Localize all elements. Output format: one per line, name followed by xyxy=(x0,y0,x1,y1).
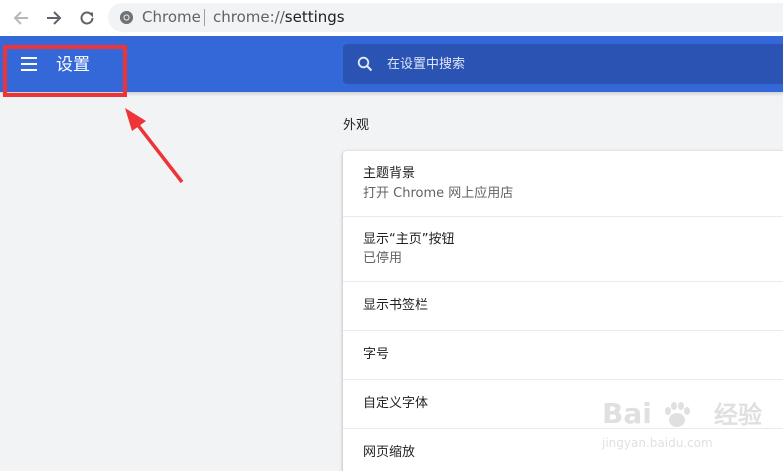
address-bar[interactable]: Chrome chrome://settings xyxy=(108,3,783,32)
page-title: 设置 xyxy=(56,55,90,75)
search-icon xyxy=(357,56,373,72)
row-title: 显示书签栏 xyxy=(363,298,429,313)
reload-button[interactable] xyxy=(75,6,99,30)
chrome-logo-icon xyxy=(119,10,134,25)
annotation-arrow-icon xyxy=(125,108,184,184)
settings-search[interactable] xyxy=(343,44,783,84)
url-scheme: chrome:// xyxy=(213,8,285,26)
section-title-appearance: 外观 xyxy=(343,118,370,133)
row-home-button[interactable]: 显示“主页”按钮 已停用 xyxy=(343,217,783,282)
browser-toolbar: Chrome chrome://settings xyxy=(0,0,783,36)
search-input[interactable] xyxy=(387,52,767,76)
row-subtitle: 已停用 xyxy=(363,251,403,266)
row-theme[interactable]: 主题背景 打开 Chrome 网上应用店 xyxy=(343,151,783,217)
row-title: 网页缩放 xyxy=(363,445,416,460)
row-page-zoom[interactable]: 网页缩放 xyxy=(343,429,783,471)
row-font-size[interactable]: 字号 xyxy=(343,331,783,380)
row-title: 主题背景 xyxy=(363,166,416,181)
url-text: chrome://settings xyxy=(213,8,345,27)
settings-header: 设置 xyxy=(0,36,783,92)
row-subtitle: 打开 Chrome 网上应用店 xyxy=(363,186,514,201)
url-path: settings xyxy=(284,8,345,26)
forward-button[interactable] xyxy=(42,6,66,30)
row-bookmarks-bar[interactable]: 显示书签栏 xyxy=(343,282,783,331)
site-name: Chrome xyxy=(142,8,201,26)
row-title: 字号 xyxy=(363,347,390,362)
reload-icon xyxy=(80,11,94,25)
row-title: 显示“主页”按钮 xyxy=(363,232,455,247)
row-title: 自定义字体 xyxy=(363,396,429,411)
hamburger-menu-icon[interactable] xyxy=(18,53,40,75)
appearance-card: 主题背景 打开 Chrome 网上应用店 显示“主页”按钮 已停用 显示书签栏 … xyxy=(343,151,783,471)
back-button[interactable] xyxy=(9,6,33,30)
row-custom-fonts[interactable]: 自定义字体 xyxy=(343,380,783,429)
arrow-right-icon xyxy=(47,11,62,25)
arrow-left-icon xyxy=(13,11,28,25)
url-separator xyxy=(204,9,205,26)
